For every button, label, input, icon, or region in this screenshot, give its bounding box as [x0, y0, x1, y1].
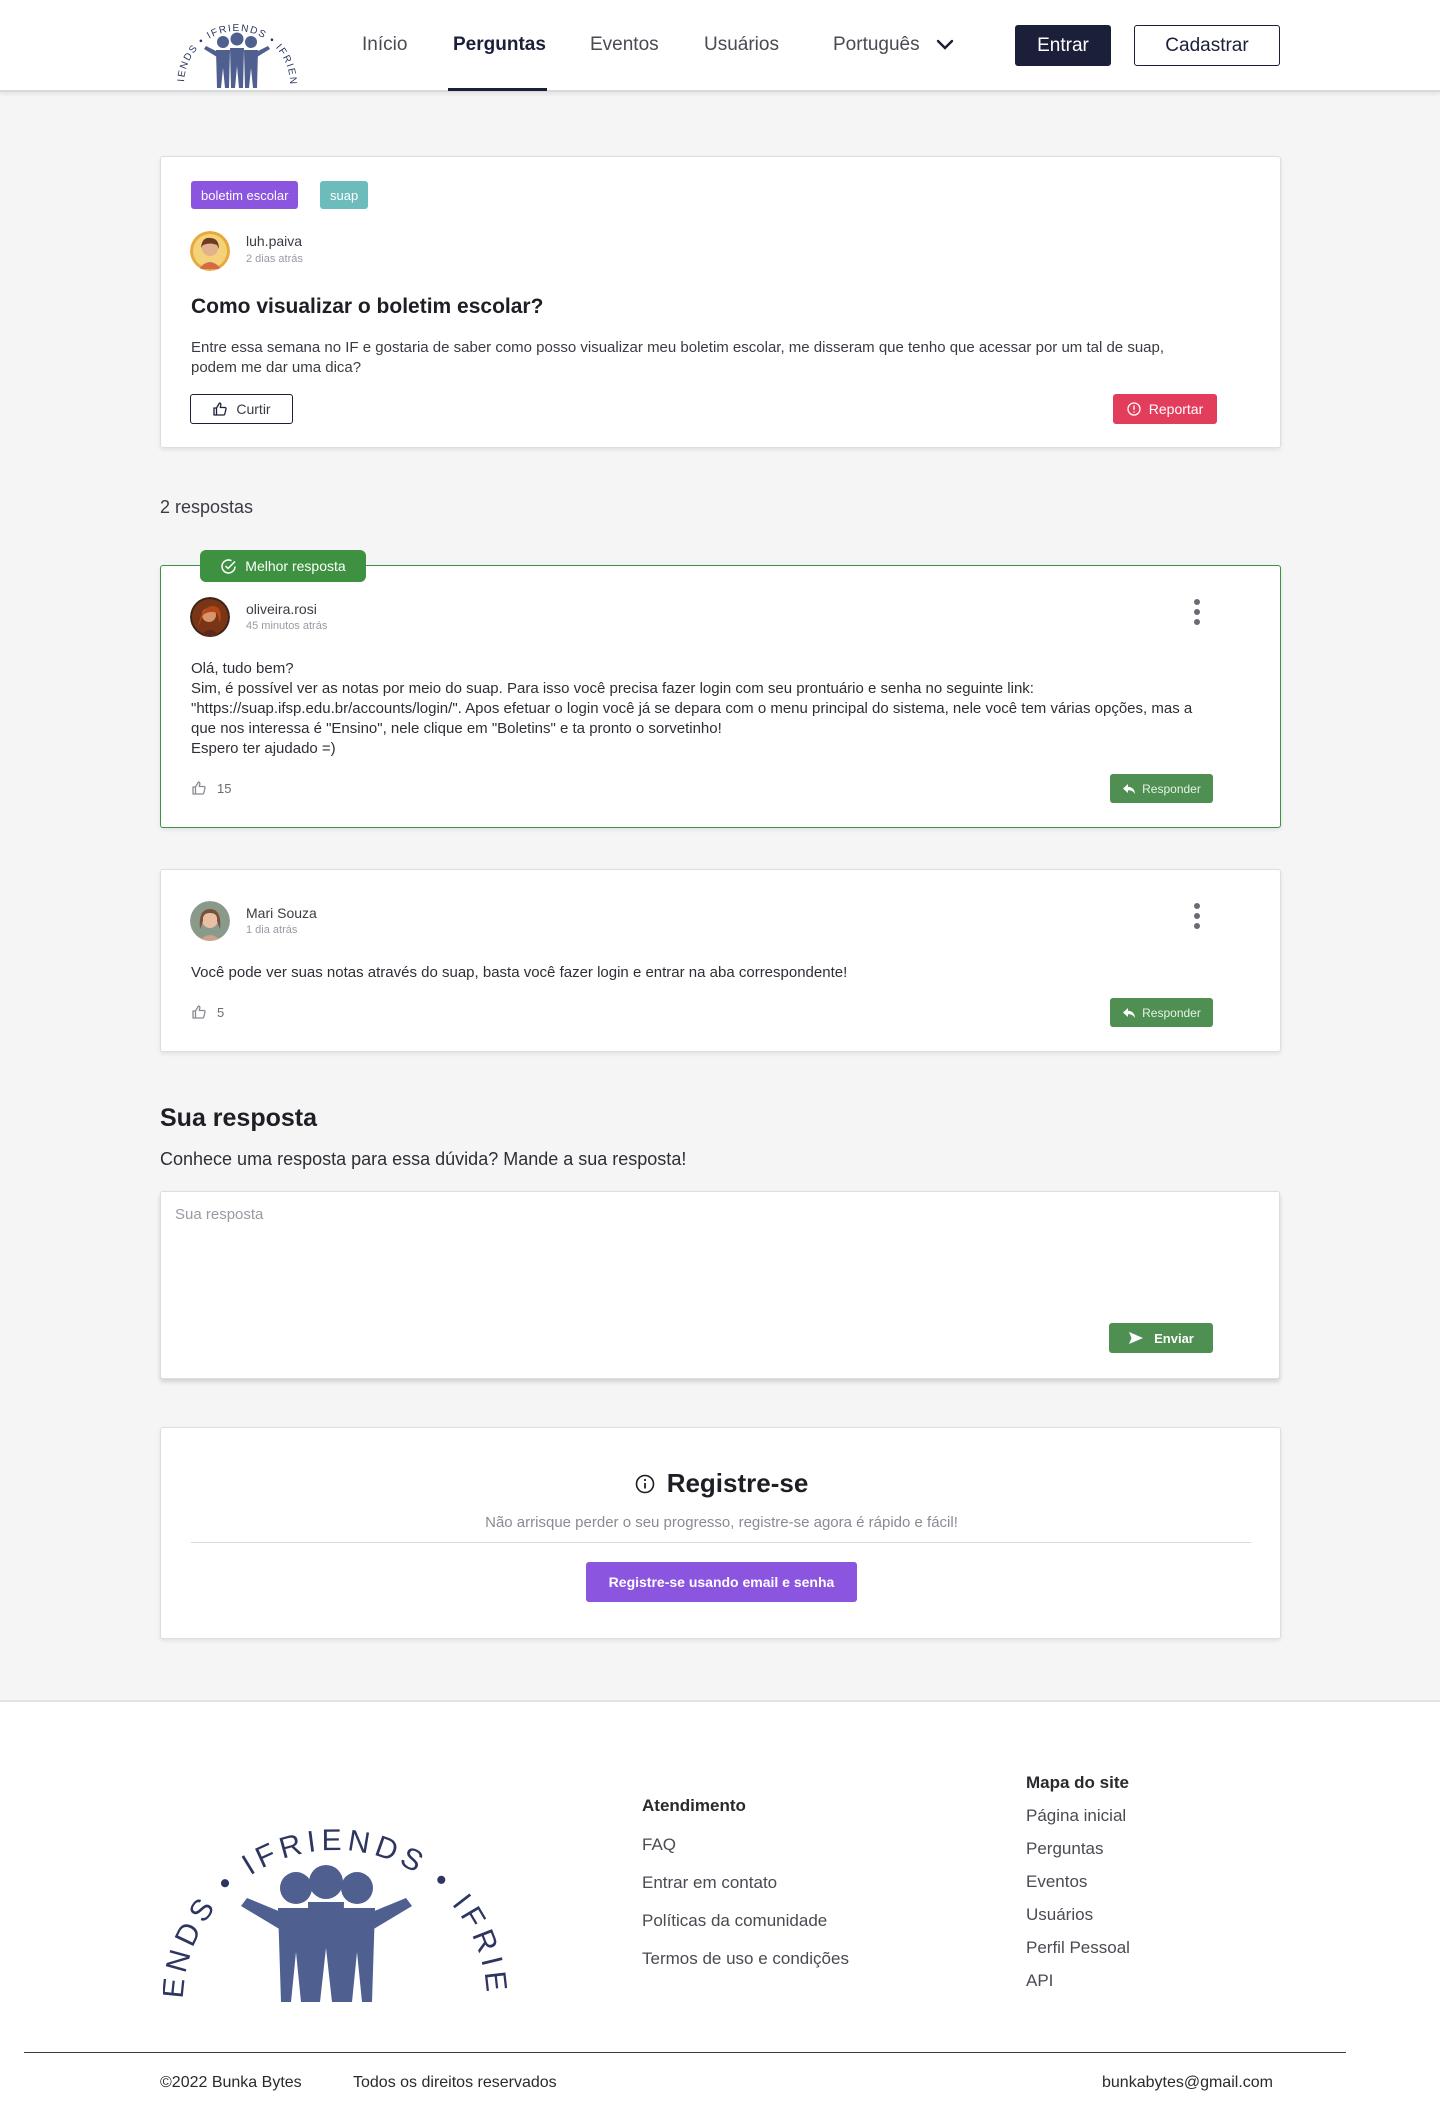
register-email-button[interactable]: Registre-se usando email e senha	[586, 1562, 857, 1602]
thumbs-up-icon	[213, 402, 228, 416]
footer-link-users[interactable]: Usuários	[1026, 1905, 1093, 1925]
send-icon	[1129, 1332, 1144, 1344]
like-button[interactable]: Curtir	[190, 394, 293, 424]
report-label: Reportar	[1148, 401, 1204, 417]
your-answer-title: Sua resposta	[160, 1104, 318, 1132]
answer-time: 1 dia atrás	[246, 924, 298, 936]
copyright: ©2022 Bunka Bytes	[160, 2074, 302, 2091]
question-author[interactable]: luh.paiva	[246, 233, 302, 249]
info-icon	[635, 1474, 654, 1493]
send-button[interactable]: Enviar	[1109, 1323, 1213, 1353]
footer-link-home[interactable]: Página inicial	[1026, 1806, 1126, 1826]
ifriends-logo: IFRIENDS • IFRIENDS • IFRIENDS	[163, 1762, 507, 2002]
your-answer-box: Enviar	[160, 1191, 1280, 1379]
signup-button[interactable]: Cadastrar	[1134, 25, 1280, 66]
nav-item-usuarios[interactable]: Usuários	[704, 34, 779, 56]
nav-item-perguntas[interactable]: Perguntas	[453, 34, 546, 56]
reply-button[interactable]: Responder	[1110, 774, 1213, 803]
top-navbar: IFRIENDS • IFRIENDS • IFRIENDS Início Pe…	[0, 0, 1440, 92]
reply-label: Responder	[1142, 781, 1201, 796]
answer-author[interactable]: oliveira.rosi	[246, 601, 317, 617]
register-card: Registre-se Não arrisque perder o seu pr…	[160, 1427, 1281, 1639]
best-answer-card: Melhor resposta oliveira.rosi 45 minutos…	[160, 550, 1281, 828]
footer: IFRIENDS • IFRIENDS • IFRIENDS Atendimen…	[0, 1700, 1440, 2122]
ifriends-logo[interactable]: IFRIENDS • IFRIENDS • IFRIENDS	[172, 2, 302, 90]
footer-link-questions[interactable]: Perguntas	[1026, 1839, 1104, 1859]
tag-suap[interactable]: suap	[320, 181, 369, 209]
language-label: Português	[833, 34, 920, 55]
answer-line: Espero ter ajudado =)	[191, 740, 336, 757]
footer-link-api[interactable]: API	[1026, 1971, 1053, 1991]
question-title: Como visualizar o boletim escolar?	[191, 295, 544, 318]
contact-email[interactable]: bunkabytes@gmail.com	[1102, 2074, 1273, 2092]
answer-card: Mari Souza 1 dia atrás Você pode ver sua…	[160, 869, 1281, 1052]
footer-link-faq[interactable]: FAQ	[642, 1835, 676, 1855]
register-subtitle: Não arrisque perder o seu progresso, reg…	[485, 1514, 958, 1531]
login-button[interactable]: Entrar	[1015, 25, 1111, 66]
register-title: Registre-se	[666, 1468, 809, 1498]
question-time: 2 dias atrás	[246, 253, 303, 265]
support-title: Atendimento	[642, 1796, 746, 1815]
avatar[interactable]	[190, 597, 230, 637]
answer-time: 45 minutos atrás	[246, 620, 328, 632]
check-circle-icon	[221, 558, 237, 574]
answer-body: Você pode ver suas notas através do suap…	[191, 964, 848, 981]
answers-count: 2 respostas	[160, 497, 254, 517]
footer-link-community-policies[interactable]: Políticas da comunidade	[642, 1911, 827, 1931]
chevron-down-icon	[936, 39, 953, 50]
question-body: Entre essa semana no IF e gostaria de sa…	[191, 339, 1165, 376]
reply-icon	[1123, 1007, 1136, 1018]
footer-link-profile[interactable]: Perfil Pessoal	[1026, 1938, 1130, 1958]
reply-label: Responder	[1142, 1005, 1201, 1020]
nav-item-inicio[interactable]: Início	[362, 34, 407, 56]
avatar[interactable]	[190, 901, 230, 941]
thumbs-up-icon	[192, 781, 206, 795]
your-answer-subtitle: Conhece uma resposta para essa dúvida? M…	[160, 1149, 687, 1169]
rights-reserved: Todos os direitos reservados	[353, 2074, 557, 2091]
answer-line: Sim, é possível ver as notas por meio do…	[191, 680, 1193, 737]
more-options-icon[interactable]	[1192, 903, 1202, 929]
register-heading: Registre-se	[161, 1468, 1282, 1499]
alert-circle-icon	[1127, 402, 1141, 416]
answer-body: Olá, tudo bem? Sim, é possível ver as no…	[191, 659, 1221, 759]
footer-link-contact[interactable]: Entrar em contato	[642, 1873, 777, 1893]
footer-link-terms[interactable]: Termos de uso e condições	[642, 1949, 849, 1969]
question-card: boletim escolar suap luh.paiva 2 dias at…	[160, 156, 1281, 448]
thumbs-up-icon	[192, 1005, 206, 1019]
sitemap-title: Mapa do site	[1026, 1773, 1129, 1792]
reply-icon	[1123, 783, 1136, 794]
report-button[interactable]: Reportar	[1113, 394, 1217, 424]
like-counter[interactable]: 15	[191, 780, 231, 796]
more-options-icon[interactable]	[1192, 599, 1202, 625]
nav-item-eventos[interactable]: Eventos	[590, 34, 659, 56]
answer-author[interactable]: Mari Souza	[246, 905, 317, 921]
active-nav-indicator	[448, 88, 547, 91]
reply-button[interactable]: Responder	[1110, 998, 1213, 1027]
avatar[interactable]	[190, 231, 230, 271]
send-label: Enviar	[1154, 1330, 1194, 1346]
footer-divider	[24, 2052, 1346, 2053]
divider	[191, 1542, 1251, 1543]
answer-textarea[interactable]	[175, 1206, 1265, 1316]
best-answer-label: Melhor resposta	[245, 558, 346, 574]
answer-line: Olá, tudo bem?	[191, 660, 294, 677]
like-count: 5	[217, 1004, 225, 1020]
like-counter[interactable]: 5	[191, 1004, 224, 1020]
best-answer-badge: Melhor resposta	[200, 550, 366, 582]
tag-boletim-escolar[interactable]: boletim escolar	[191, 181, 299, 209]
like-label: Curtir	[236, 401, 271, 417]
language-selector[interactable]: Português	[833, 34, 954, 56]
like-count: 15	[217, 780, 232, 796]
footer-link-events[interactable]: Eventos	[1026, 1872, 1087, 1892]
